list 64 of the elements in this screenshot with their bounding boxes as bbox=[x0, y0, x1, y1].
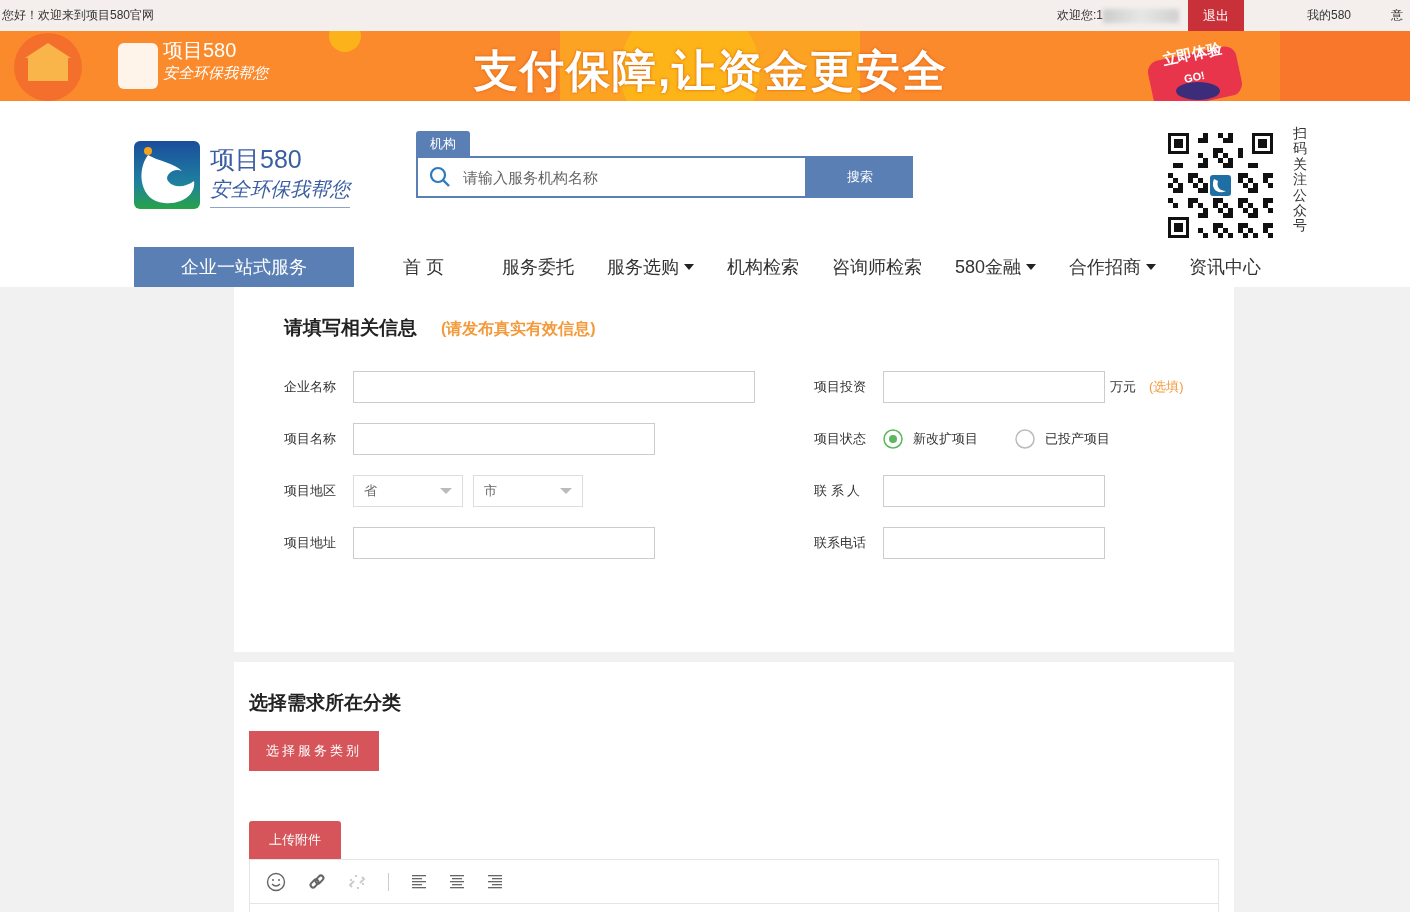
logo-title: 项目580 bbox=[210, 143, 303, 175]
align-left-icon[interactable] bbox=[411, 873, 427, 890]
nav-link[interactable]: 资讯中心 bbox=[1189, 255, 1262, 279]
field-label: 联 系 人 bbox=[814, 482, 862, 500]
banner-headline: 支付保障,让资金更安全 bbox=[474, 45, 949, 97]
caret-icon bbox=[440, 488, 452, 494]
align-right-icon[interactable] bbox=[487, 873, 503, 890]
service-button[interactable]: 企业一站式服务 bbox=[134, 247, 354, 287]
logout-button[interactable]: 退出 bbox=[1187, 0, 1244, 31]
nav-link[interactable]: 咨询师检索 bbox=[832, 255, 922, 279]
field-label: 项目状态 bbox=[814, 430, 867, 448]
search-field[interactable]: 请输入服务机构名称 bbox=[416, 156, 807, 198]
top-link[interactable]: 意 bbox=[1391, 7, 1410, 24]
form-title: 请填写相关信息 bbox=[284, 316, 417, 340]
section-title: 选择需求所在分类 bbox=[249, 691, 402, 715]
nav-link[interactable]: 合作招商 bbox=[1069, 255, 1157, 279]
nav-link[interactable]: 580金融 bbox=[955, 255, 1037, 279]
caret-icon bbox=[1146, 264, 1157, 270]
category-button[interactable]: 选择服务类别 bbox=[249, 731, 379, 771]
banner-go-text: GO! bbox=[1183, 68, 1206, 86]
nav-link[interactable]: 机构检索 bbox=[727, 255, 799, 279]
text-field[interactable] bbox=[883, 527, 1105, 559]
emoji-icon[interactable] bbox=[266, 871, 286, 892]
optional-note: (选填) bbox=[1149, 378, 1184, 396]
nav-link[interactable]: 首 页 bbox=[403, 255, 444, 279]
link-icon[interactable] bbox=[308, 872, 326, 891]
nav-link[interactable]: 服务选购 bbox=[607, 255, 694, 279]
search-button[interactable]: 搜索 bbox=[807, 156, 913, 198]
qr-code-icon bbox=[1168, 133, 1273, 238]
caret-icon bbox=[684, 264, 694, 270]
field-label: 联系电话 bbox=[814, 534, 867, 552]
field-label: 项目地址 bbox=[284, 534, 337, 552]
banner-badge-title: 立即体验 bbox=[1160, 38, 1224, 71]
text-field[interactable] bbox=[353, 527, 655, 559]
logo-slogan: 安全环保我帮您 bbox=[210, 175, 350, 208]
field-label: 企业名称 bbox=[284, 378, 337, 396]
text-field[interactable] bbox=[883, 475, 1105, 507]
top-link[interactable]: 我的580 bbox=[1306, 7, 1351, 24]
unit-label: 万元 bbox=[1110, 378, 1136, 396]
field-label: 项目名称 bbox=[284, 430, 337, 448]
banner-logo-title: 项目580 bbox=[163, 38, 237, 63]
select-field[interactable]: 市 bbox=[473, 475, 583, 507]
radio-selected-icon[interactable] bbox=[883, 429, 903, 449]
align-center-icon[interactable] bbox=[449, 873, 465, 890]
caret-icon bbox=[1026, 264, 1037, 270]
welcome-text: 欢迎您:1 bbox=[1056, 7, 1103, 24]
upload-button[interactable]: 上传附件 bbox=[249, 821, 341, 859]
radio-label[interactable]: 新改扩项目 bbox=[913, 430, 978, 448]
banner-logo-slogan: 安全环保我帮您 bbox=[163, 64, 268, 83]
greeting-text: 您好！欢迎来到项目580官网 bbox=[2, 7, 155, 24]
text-field[interactable] bbox=[353, 423, 655, 455]
search-tab[interactable]: 机构 bbox=[416, 131, 470, 156]
radio-icon[interactable] bbox=[1015, 429, 1035, 449]
nav-link[interactable]: 服务委托 bbox=[502, 255, 574, 279]
select-field[interactable]: 省 bbox=[353, 475, 463, 507]
field-label: 项目投资 bbox=[814, 378, 867, 396]
form-hint: (请发布真实有效信息) bbox=[441, 319, 596, 339]
qr-caption: 扫码关注公众号 bbox=[1293, 126, 1307, 234]
text-field[interactable] bbox=[353, 371, 755, 403]
logo-icon bbox=[134, 141, 200, 209]
field-label: 项目地区 bbox=[284, 482, 337, 500]
radio-label[interactable]: 已投产项目 bbox=[1045, 430, 1110, 448]
text-field[interactable] bbox=[883, 371, 1105, 403]
caret-icon bbox=[560, 488, 572, 494]
